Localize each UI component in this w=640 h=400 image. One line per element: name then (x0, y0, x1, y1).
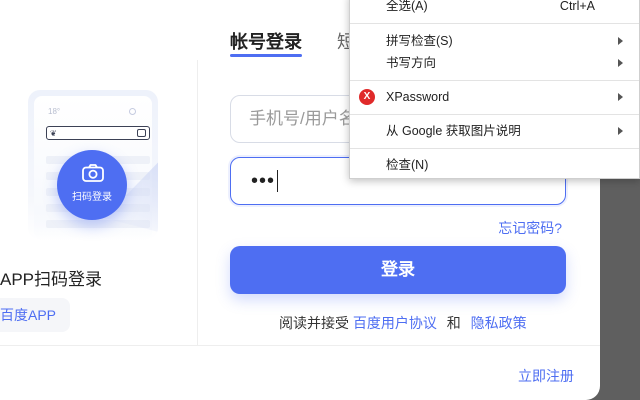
xpassword-icon: X (359, 89, 375, 105)
baidu-paw-icon: ❦ (50, 129, 57, 138)
app-scan-title: APP扫码登录 (0, 270, 103, 289)
menu-separator (350, 23, 639, 24)
menu-item-label: 从 Google 获取图片说明 (386, 124, 521, 138)
password-input[interactable]: ••• (251, 170, 275, 192)
phone-time: 18° (48, 107, 61, 116)
text-caret (277, 170, 278, 192)
menu-item-label: 拼写检查(S) (386, 34, 453, 48)
phone-status-icon (129, 108, 136, 115)
agreement-and: 和 (446, 315, 461, 331)
context-menu: 全选(A) Ctrl+A 拼写检查(S) 书写方向 X XPassword 从 … (349, 0, 640, 179)
footer-divider (0, 345, 600, 346)
menu-separator (350, 80, 639, 81)
menu-item-inspect[interactable]: 检查(N) (350, 154, 639, 176)
submenu-arrow-icon (618, 59, 623, 67)
camera-icon (137, 129, 146, 137)
menu-item-label: 全选(A) (386, 0, 428, 13)
qr-login-pane: 18° ❦ 扫码登录 APP扫码登录 百度APP (0, 0, 197, 345)
vertical-divider (197, 60, 198, 345)
phone-search-bar: ❦ (46, 126, 150, 140)
forgot-password-link[interactable]: 忘记密码? (498, 218, 562, 238)
menu-item-select-all[interactable]: 全选(A) Ctrl+A (350, 0, 639, 17)
menu-item-shortcut: Ctrl+A (559, 0, 595, 13)
menu-item-spell-check[interactable]: 拼写检查(S) (350, 30, 639, 52)
submenu-arrow-icon (618, 37, 623, 45)
active-tab-indicator (230, 54, 302, 57)
scan-login-label: 扫码登录 (72, 192, 112, 203)
menu-item-label: 检查(N) (386, 158, 429, 172)
privacy-policy-link[interactable]: 隐私政策 (471, 315, 527, 331)
menu-separator (350, 114, 639, 115)
menu-item-writing-direction[interactable]: 书写方向 (350, 52, 639, 74)
register-link[interactable]: 立即注册 (518, 366, 574, 386)
menu-item-google-image-description[interactable]: 从 Google 获取图片说明 (350, 120, 639, 142)
menu-item-label: XPassword (386, 90, 450, 104)
submenu-arrow-icon (618, 93, 623, 101)
login-button[interactable]: 登录 (230, 246, 566, 294)
menu-item-xpassword[interactable]: X XPassword (350, 86, 639, 108)
tab-account-login[interactable]: 帐号登录 (230, 28, 302, 54)
menu-item-label: 书写方向 (386, 56, 437, 70)
user-agreement-link[interactable]: 百度用户协议 (353, 315, 437, 331)
baidu-app-button[interactable]: 百度APP (0, 298, 70, 332)
menu-separator (350, 148, 639, 149)
agreement-prefix: 阅读并接受 (279, 315, 349, 331)
scan-login-badge[interactable]: 扫码登录 (57, 150, 127, 220)
agreement-text: 阅读并接受 百度用户协议 和 隐私政策 (279, 313, 527, 333)
submenu-arrow-icon (618, 127, 623, 135)
camera-icon (82, 164, 104, 182)
